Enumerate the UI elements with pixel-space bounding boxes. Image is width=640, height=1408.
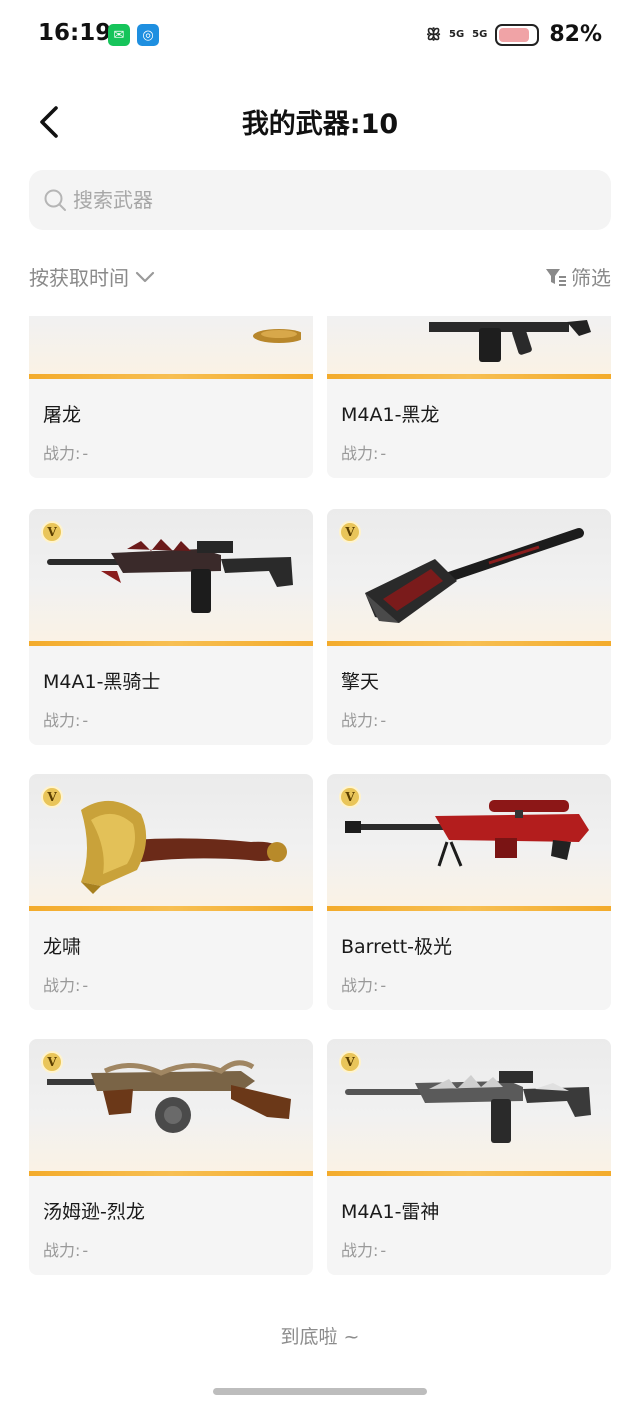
weapon-power: 战力: - <box>43 711 89 730</box>
search-input[interactable] <box>73 170 593 230</box>
weapon-grid: 屠龙 战力: - M4A1-黑龙 战力: - V M4A1-黑骑士 战力: - … <box>0 316 640 1278</box>
weapon-name: 汤姆逊-烈龙 <box>43 1201 145 1223</box>
page-title: 我的武器:10 <box>241 109 399 140</box>
weapon-card[interactable]: 屠龙 战力: - <box>29 316 313 478</box>
status-right: ꕥ 5G 5G 82% <box>426 22 602 47</box>
weapon-name: 擎天 <box>341 671 380 693</box>
sort-label: 按获取时间 <box>29 266 129 290</box>
wechat-icon: ✉ <box>108 24 130 46</box>
end-of-list-text: 到底啦 ~ <box>280 1326 360 1348</box>
bow-icon: ꕥ <box>426 24 441 44</box>
weapon-image: V <box>327 1039 611 1176</box>
header: 我的武器:10 <box>0 92 640 152</box>
weapon-power: 战力: - <box>43 976 89 995</box>
weapon-image: V <box>327 774 611 911</box>
sort-filter-row: 按获取时间 筛选 <box>29 258 611 292</box>
weapon-power: 战力: - <box>341 711 387 730</box>
home-indicator[interactable] <box>213 1388 427 1395</box>
weapon-name: 龙啸 <box>43 936 82 958</box>
weapon-power: 战力: - <box>341 1241 387 1260</box>
weapon-card[interactable]: V 汤姆逊-烈龙 战力: - <box>29 1039 313 1275</box>
weapon-card[interactable]: V Barrett-极光 战力: - <box>327 774 611 1010</box>
weapon-image <box>29 316 313 379</box>
weapon-power: 战力: - <box>43 444 89 463</box>
vip-badge-icon: V <box>339 521 361 543</box>
filter-icon <box>546 268 566 286</box>
weapon-card[interactable]: V M4A1-黑骑士 战力: - <box>29 509 313 745</box>
status-time: 16:19 <box>38 20 112 46</box>
weapon-name: M4A1-雷神 <box>341 1201 440 1223</box>
chevron-down-icon <box>135 271 155 282</box>
weapon-power: 战力: - <box>43 1241 89 1260</box>
vip-badge-icon: V <box>41 1051 63 1073</box>
weapon-tulong-image <box>253 329 301 343</box>
sort-dropdown[interactable]: 按获取时间 <box>29 262 155 291</box>
weapon-image: V <box>29 1039 313 1176</box>
signal-icon: 5G <box>472 28 488 40</box>
weapon-power: 战力: - <box>341 444 387 463</box>
signal-icon: 5G <box>448 28 465 40</box>
weapon-longxiao-image <box>81 800 287 894</box>
vip-badge-icon: V <box>339 786 361 808</box>
weapon-image: V <box>29 509 313 646</box>
page: 16:19 ✉ ◎ ꕥ 5G 5G 82% 我的武器:10 按获取时间 <box>0 0 640 1408</box>
status-bar: 16:19 ✉ ◎ ꕥ 5G 5G 82% <box>0 0 640 70</box>
weapon-m4a1-leishen-image <box>345 1071 591 1143</box>
search-bar[interactable] <box>29 170 611 230</box>
filter-label: 筛选 <box>571 266 611 290</box>
vip-badge-icon: V <box>41 521 63 543</box>
battery-icon <box>495 23 540 46</box>
weapon-image <box>327 316 611 379</box>
weapon-image: V <box>327 509 611 646</box>
weapon-m4a1-heilong-image <box>429 320 591 362</box>
weapon-card[interactable]: V M4A1-雷神 战力: - <box>327 1039 611 1275</box>
weapon-thompson-lielong-image <box>47 1060 291 1133</box>
weapon-name: 屠龙 <box>43 404 82 426</box>
app-icon: ◎ <box>137 24 159 46</box>
vip-badge-icon: V <box>339 1051 361 1073</box>
weapon-m4a1-heiqishi-image <box>47 539 293 613</box>
weapon-power: 战力: - <box>341 976 387 995</box>
weapon-card[interactable]: M4A1-黑龙 战力: - <box>327 316 611 478</box>
filter-button[interactable]: 筛选 <box>545 262 611 291</box>
weapon-image: V <box>29 774 313 911</box>
weapon-barrett-jiguang-image <box>345 800 589 867</box>
vip-badge-icon: V <box>41 786 63 808</box>
weapon-name: M4A1-黑龙 <box>341 404 440 426</box>
search-icon <box>44 189 66 211</box>
weapon-card[interactable]: V 龙啸 战力: - <box>29 774 313 1010</box>
weapon-qingtian-image <box>365 528 584 623</box>
weapon-name: Barrett-极光 <box>341 936 452 958</box>
weapon-name: M4A1-黑骑士 <box>43 671 161 693</box>
battery-percent: 82% <box>549 22 602 47</box>
weapon-card[interactable]: V 擎天 战力: - <box>327 509 611 745</box>
